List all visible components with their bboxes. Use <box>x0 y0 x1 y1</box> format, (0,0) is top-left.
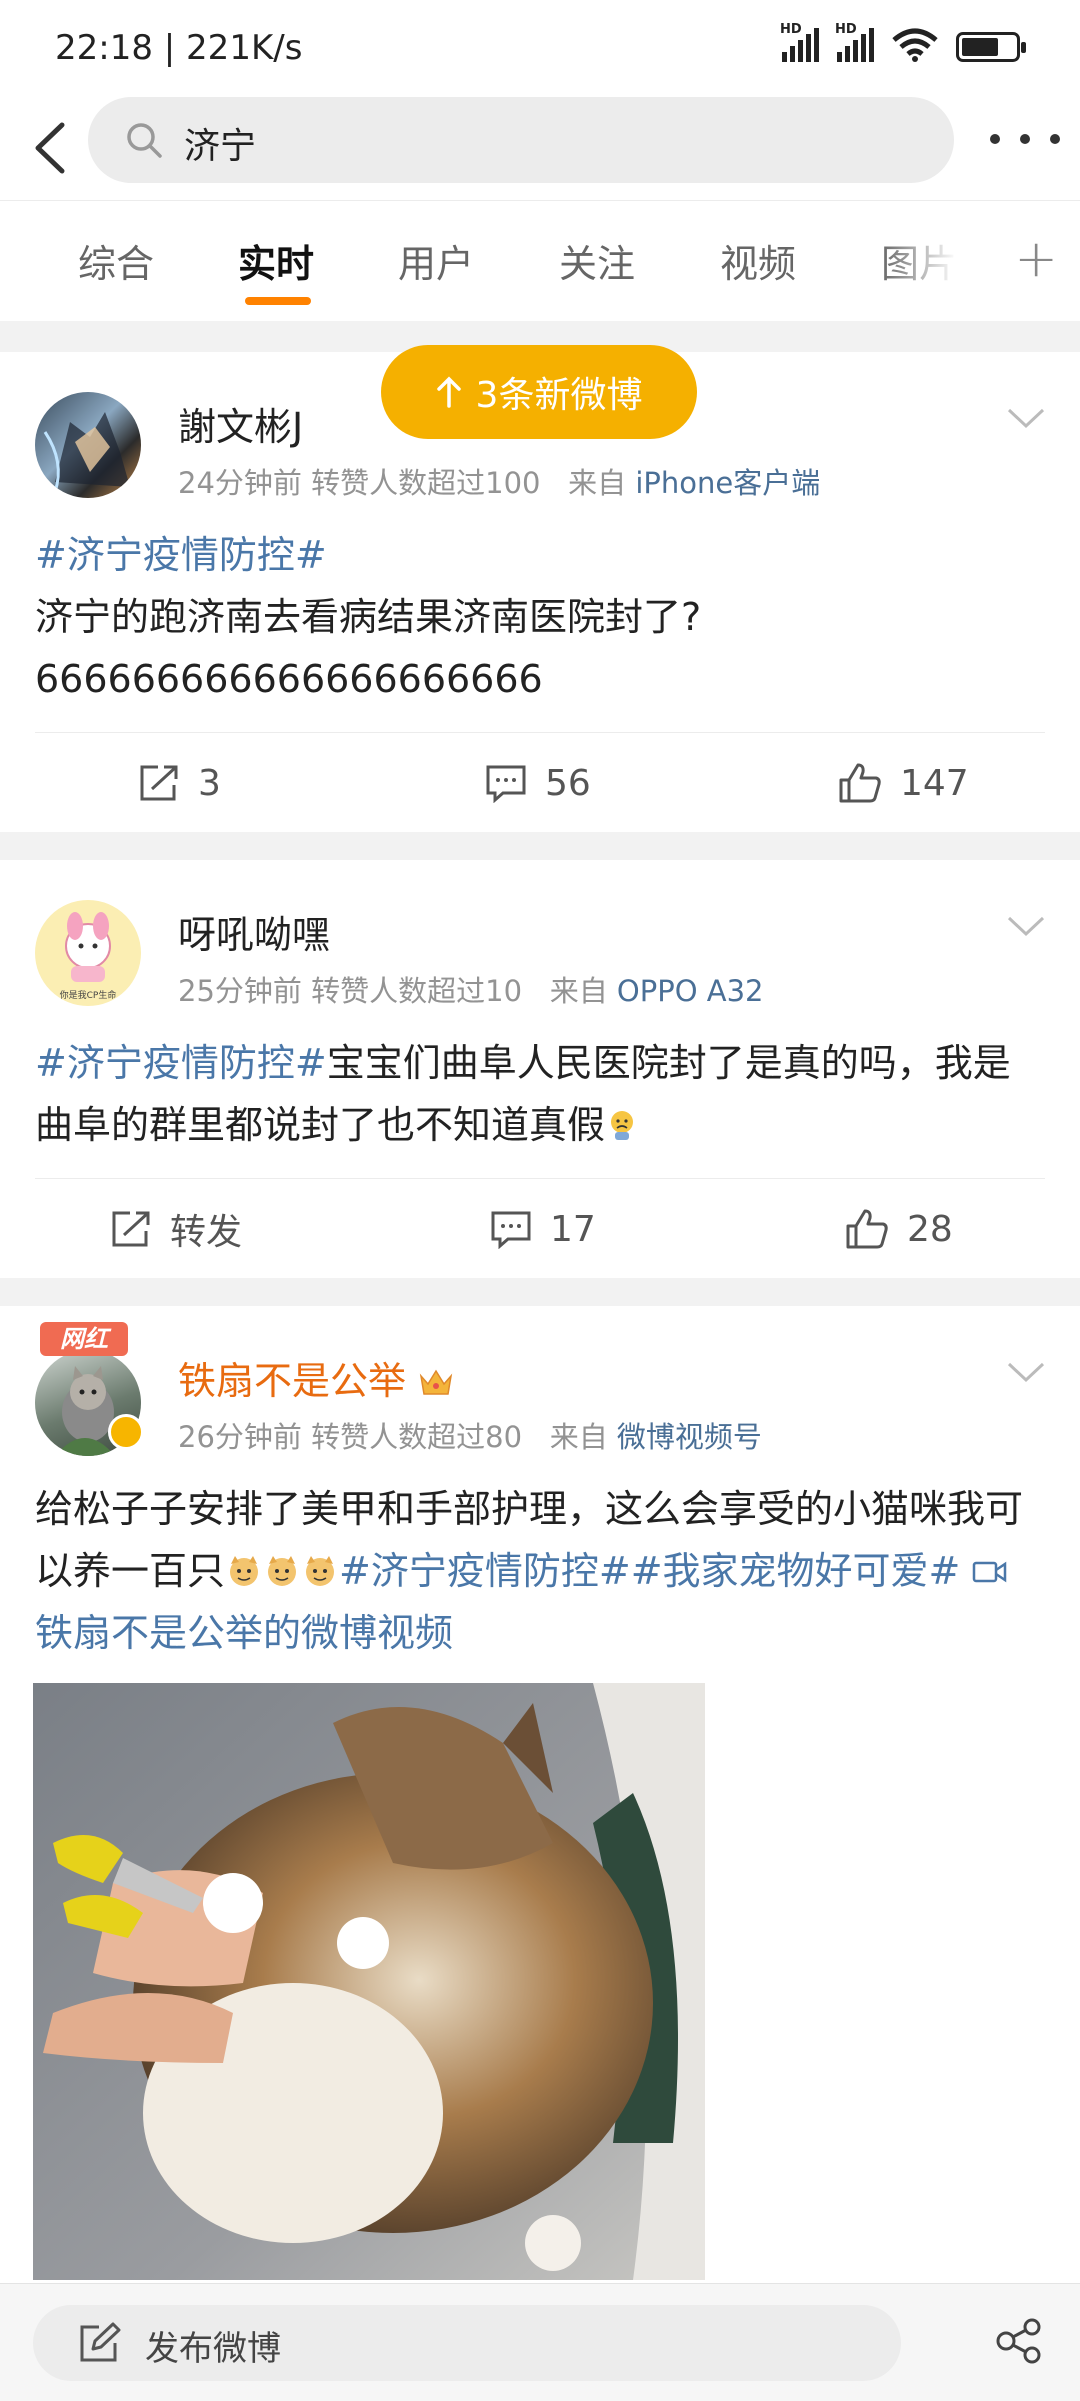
topic-link[interactable]: #济宁疫情防控# <box>35 1041 327 1085</box>
post-text-line: 济宁的跑济南去看病结果济南医院封了? <box>35 595 702 639</box>
sad-emoji-icon <box>611 1111 634 1140</box>
search-icon <box>127 123 162 158</box>
comment-count: 17 <box>550 1208 596 1250</box>
status-bar: 22:18 | 221K/s HD HD <box>0 0 1080 95</box>
post-meta: 24分钟前 转赞人数超过100 来自 iPhone客户端 <box>178 460 820 502</box>
post-image[interactable] <box>33 1683 705 2280</box>
tab-video[interactable]: 视频 <box>720 233 796 288</box>
chevron-down-icon[interactable] <box>1006 914 1046 938</box>
like-button[interactable]: 147 <box>838 733 969 833</box>
topic-link[interactable]: #济宁疫情防控# <box>339 1549 631 1593</box>
post-card[interactable]: 你是我CP生命 呀吼呦嘿 25分钟前 转赞人数超过10 来自 OPPO A32 … <box>0 860 1080 1278</box>
repost-icon <box>112 1211 150 1247</box>
video-link-text: 铁扇不是公举的微博视频 <box>35 1611 454 1655</box>
signal-icon-2: HD <box>835 22 874 62</box>
share-icon[interactable] <box>994 2318 1044 2364</box>
post-actions: 转发 17 28 <box>35 1178 1045 1279</box>
post-source[interactable]: iPhone客户端 <box>635 466 820 500</box>
comment-button[interactable]: 56 <box>485 733 591 833</box>
post-source[interactable]: 微博视频号 <box>617 1420 762 1454</box>
dog-emoji-icons <box>225 1549 339 1593</box>
repost-note: 转赞人数超过80 <box>311 1420 523 1454</box>
username[interactable]: 铁扇不是公举 <box>178 1350 454 1405</box>
video-icon <box>973 1561 1007 1583</box>
comment-count: 56 <box>545 762 591 804</box>
from-label: 来自 <box>549 974 608 1008</box>
avatar[interactable] <box>35 392 141 498</box>
like-count: 28 <box>907 1208 953 1250</box>
active-tab-indicator <box>245 297 311 305</box>
crown-icon <box>419 1369 453 1395</box>
repost-count: 3 <box>198 762 221 804</box>
wifi-icon <box>892 28 938 62</box>
like-count: 147 <box>900 762 969 804</box>
new-posts-label: 3条新微博 <box>475 375 643 416</box>
post-time: 26分钟前 <box>178 1420 302 1454</box>
post-time: 25分钟前 <box>178 974 302 1008</box>
post-meta: 26分钟前 转赞人数超过80 来自 微博视频号 <box>178 1414 762 1456</box>
tab-following[interactable]: 关注 <box>559 233 635 288</box>
repost-note: 转赞人数超过10 <box>311 974 523 1008</box>
verified-icon <box>108 1414 144 1450</box>
tab-comprehensive[interactable]: 综合 <box>78 233 154 288</box>
from-label: 来自 <box>568 466 627 500</box>
username[interactable]: 呀吼呦嘿 <box>178 904 330 959</box>
comment-icon <box>486 765 526 803</box>
like-button[interactable]: 28 <box>845 1179 953 1279</box>
compose-label: 发布微博 <box>145 2329 281 2369</box>
add-tab-button[interactable]: + <box>1014 229 1058 289</box>
comment-icon <box>491 1211 531 1249</box>
like-icon <box>846 1209 888 1249</box>
topic-link[interactable]: #济宁疫情防控# <box>35 533 327 577</box>
signal-icon: HD <box>780 22 819 62</box>
username-text: 铁扇不是公举 <box>178 1359 407 1403</box>
search-query: 济宁 <box>184 126 257 167</box>
top-bar: 济宁 <box>0 95 1080 200</box>
post-text: #济宁疫情防控#宝宝们曲阜人民医院封了是真的吗，我是曲阜的群里都说封了也不知道真… <box>35 1032 1045 1156</box>
post-source[interactable]: OPPO A32 <box>617 974 764 1008</box>
new-posts-button[interactable]: 3条新微博 <box>381 345 697 439</box>
like-icon <box>839 763 881 803</box>
bottom-bar: 发布微博 <box>0 2283 1080 2401</box>
post-meta: 25分钟前 转赞人数超过10 来自 OPPO A32 <box>178 968 764 1010</box>
influencer-badge: 网红 <box>40 1322 128 1356</box>
post-actions: 3 56 147 <box>35 732 1045 833</box>
post-text: 给松子子安排了美甲和手部护理，这么会享受的小猫咪我可以养一百只 #济宁疫情防控##… <box>35 1478 1045 1664</box>
username[interactable]: 謝文彬J <box>178 396 303 451</box>
post-text: #济宁疫情防控# 济宁的跑济南去看病结果济南医院封了? 666666666666… <box>35 524 1045 710</box>
battery-icon <box>956 32 1026 62</box>
tab-bar: 综合 实时 用户 关注 视频 图片 + <box>0 200 1080 321</box>
tab-realtime[interactable]: 实时 <box>238 233 314 288</box>
post-time: 24分钟前 <box>178 466 302 500</box>
from-label: 来自 <box>549 1420 608 1454</box>
comment-button[interactable]: 17 <box>490 1179 596 1279</box>
tab-users[interactable]: 用户 <box>398 233 474 288</box>
tab-fade <box>880 201 990 321</box>
repost-icon <box>140 765 178 801</box>
repost-button[interactable]: 转发 <box>110 1179 242 1279</box>
back-icon[interactable] <box>22 113 92 183</box>
arrow-up-icon <box>436 376 461 408</box>
search-input[interactable]: 济宁 <box>88 97 954 183</box>
repost-label: 转发 <box>170 1212 243 1253</box>
repost-button[interactable]: 3 <box>138 733 221 833</box>
status-icons: HD HD <box>780 22 1026 62</box>
chevron-down-icon[interactable] <box>1006 1360 1046 1384</box>
post-text-line: 666666666666666666666 <box>35 657 543 701</box>
svg-text:你是我CP生命: 你是我CP生命 <box>60 989 117 1001</box>
avatar[interactable]: 你是我CP生命 <box>35 900 141 1006</box>
edit-icon <box>80 2322 121 2362</box>
more-icon[interactable] <box>990 119 1060 159</box>
topic-link[interactable]: #我家宠物好可爱# <box>631 1549 961 1593</box>
status-time: 22:18 | 221K/s <box>55 28 303 68</box>
compose-button[interactable]: 发布微博 <box>33 2305 901 2381</box>
repost-note: 转赞人数超过100 <box>311 466 541 500</box>
chevron-down-icon[interactable] <box>1006 406 1046 430</box>
